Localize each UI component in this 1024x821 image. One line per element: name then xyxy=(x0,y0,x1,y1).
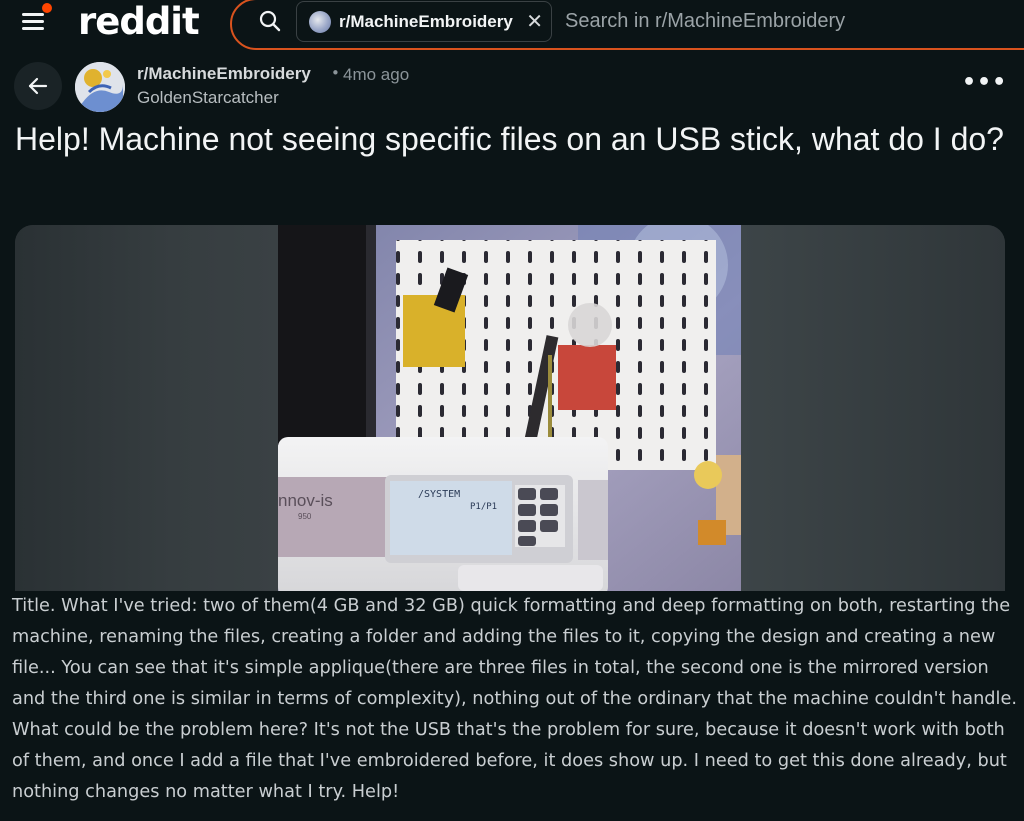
machine-screen-path: /SYSTEM xyxy=(418,489,460,500)
community-avatar[interactable] xyxy=(75,62,125,112)
notification-dot xyxy=(42,3,52,13)
community-chip-label: r/MachineEmbroidery xyxy=(339,12,513,31)
subreddit-link[interactable]: r/MachineEmbroidery xyxy=(137,64,311,84)
top-navigation-bar: reddit r/MachineEmbroidery ✕ Search in r… xyxy=(0,0,1024,50)
reddit-logo[interactable]: reddit xyxy=(78,0,200,43)
media-blur-background xyxy=(15,225,278,591)
meta-separator: • xyxy=(331,64,340,82)
media-blur-background xyxy=(741,225,1005,591)
search-input[interactable]: Search in r/MachineEmbroidery xyxy=(565,10,845,33)
arrow-left-icon xyxy=(28,77,48,95)
post-title: Help! Machine not seeing specific files … xyxy=(15,121,1004,157)
community-filter-chip[interactable]: r/MachineEmbroidery ✕ xyxy=(296,1,552,42)
machine-screen-page: P1/P1 xyxy=(470,502,497,512)
post-media[interactable]: nnov-is 950 /SYSTEM P1/P1 xyxy=(15,225,1005,591)
back-button[interactable] xyxy=(14,62,62,110)
close-icon[interactable]: ✕ xyxy=(526,9,543,33)
author-link[interactable]: GoldenStarcatcher xyxy=(137,88,279,108)
more-options-icon[interactable]: ••• xyxy=(962,70,1007,95)
post-image[interactable]: nnov-is 950 /SYSTEM P1/P1 xyxy=(278,225,741,591)
machine-brand-label: nnov-is xyxy=(278,491,333,510)
post-timestamp: 4mo ago xyxy=(343,65,410,84)
machine-model-label: 950 xyxy=(298,512,312,521)
search-icon[interactable] xyxy=(258,9,282,33)
post-body-text: Title. What I've tried: two of them(4 GB… xyxy=(12,596,1017,802)
community-avatar xyxy=(309,11,331,33)
hamburger-menu-icon[interactable] xyxy=(22,10,48,32)
